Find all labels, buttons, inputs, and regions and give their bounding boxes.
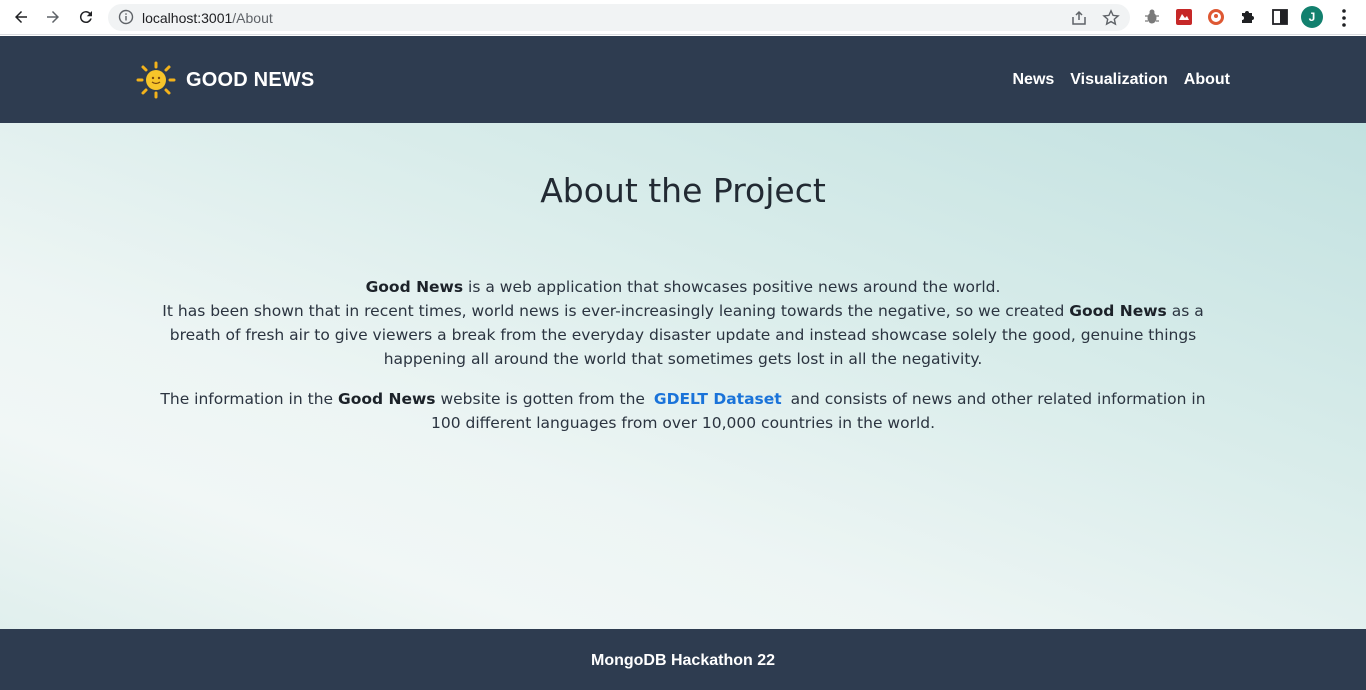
intro-text: is a web application that showcases posi… bbox=[463, 278, 1001, 296]
intro-strong: Good News bbox=[365, 278, 464, 296]
footer-text: MongoDB Hackathon 22 bbox=[590, 652, 775, 669]
profile-avatar[interactable]: J bbox=[1301, 6, 1323, 28]
motivation-text-a: It has been shown that in recent times, … bbox=[162, 302, 1070, 320]
share-icon[interactable] bbox=[1070, 9, 1088, 27]
more-menu-icon[interactable] bbox=[1337, 8, 1351, 28]
info-icon[interactable] bbox=[118, 9, 134, 25]
page-title: About the Project bbox=[540, 171, 826, 210]
source-strong: Good News bbox=[337, 390, 436, 408]
source-text-a: The information in the bbox=[160, 390, 338, 408]
brand[interactable]: GOOD NEWS bbox=[136, 61, 314, 99]
nav-news[interactable]: News bbox=[1012, 71, 1054, 89]
puzzle-extensions-icon[interactable] bbox=[1239, 8, 1257, 26]
data-source-paragraph: The information in the Good News website… bbox=[160, 387, 1206, 435]
browser-toolbar: localhost:3001/About J bbox=[0, 0, 1366, 35]
source-text-b: website is gotten from the bbox=[435, 390, 650, 408]
reload-icon[interactable] bbox=[74, 5, 98, 29]
url-path: /About bbox=[232, 10, 273, 26]
about-content: Good News is a web application that show… bbox=[160, 275, 1206, 435]
url-host: localhost:3001 bbox=[142, 10, 233, 26]
nav-about[interactable]: About bbox=[1184, 71, 1230, 89]
star-icon[interactable] bbox=[1102, 9, 1120, 27]
back-icon[interactable] bbox=[9, 5, 33, 29]
gdelt-dataset-link[interactable]: GDELT Dataset bbox=[654, 390, 782, 408]
url-text[interactable]: localhost:3001/About bbox=[142, 10, 273, 26]
site-header: GOOD NEWS News Visualization About bbox=[0, 36, 1366, 123]
red-extension-icon[interactable] bbox=[1175, 8, 1193, 26]
duckduckgo-extension-icon[interactable] bbox=[1207, 8, 1225, 26]
motivation-strong: Good News bbox=[1069, 302, 1167, 320]
brand-name: GOOD NEWS bbox=[186, 68, 315, 91]
forward-icon[interactable] bbox=[41, 5, 65, 29]
address-bar[interactable]: localhost:3001/About bbox=[108, 4, 1130, 31]
site-footer: MongoDB Hackathon 22 bbox=[0, 629, 1366, 690]
sun-logo-icon bbox=[136, 61, 176, 99]
intro-paragraph: Good News is a web application that show… bbox=[160, 275, 1206, 371]
main-nav: News Visualization About bbox=[1012, 71, 1230, 89]
nav-visualization[interactable]: Visualization bbox=[1070, 71, 1168, 89]
about-section: About the Project Good News is a web app… bbox=[0, 123, 1366, 629]
side-panel-icon[interactable] bbox=[1271, 8, 1289, 26]
bug-extension-icon[interactable] bbox=[1143, 8, 1161, 26]
